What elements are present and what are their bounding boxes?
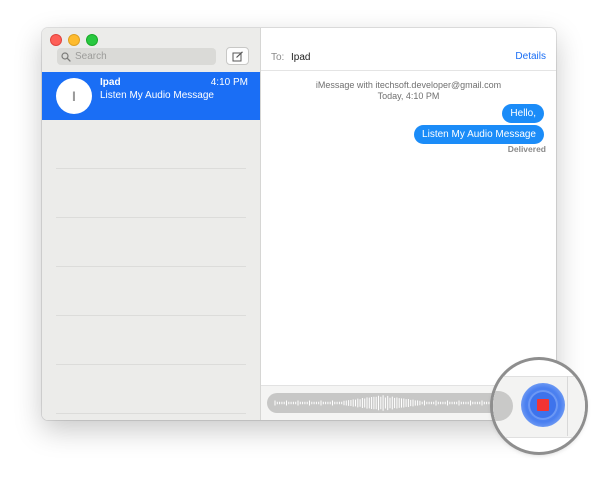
minimize-window-button[interactable] [68, 34, 80, 46]
conversation-name: Ipad [100, 77, 121, 88]
search-icon [61, 51, 71, 62]
conversation-time: 4:10 PM [210, 77, 248, 88]
window-controls [50, 34, 98, 46]
recipient-field[interactable]: Ipad [291, 52, 310, 63]
conversation-item-ipad[interactable]: I Ipad 4:10 PM Listen My Audio Message [42, 72, 260, 120]
service-line: iMessage with itechsoft.developer@gmail.… [315, 80, 502, 90]
to-label: To: [271, 52, 285, 63]
audio-recording-waveform [267, 393, 513, 413]
search-input[interactable] [75, 51, 205, 62]
conversation-preview: Listen My Audio Message [100, 90, 214, 101]
stop-button-inner [528, 390, 558, 420]
list-divider [56, 217, 246, 218]
recipient-bar: To: Ipad Details [261, 28, 556, 71]
zoom-magnifier [493, 360, 585, 452]
stop-recording-icon [537, 399, 549, 411]
sidebar: I Ipad 4:10 PM Listen My Audio Message [42, 28, 261, 420]
list-divider [56, 364, 246, 365]
list-divider [56, 266, 246, 267]
avatar: I [56, 78, 92, 114]
messages-window: I Ipad 4:10 PM Listen My Audio Message T… [42, 28, 556, 420]
conversation-pane: To: Ipad Details iMessage with itechsoft… [261, 28, 556, 420]
audio-waveform-icon [274, 395, 504, 411]
search-field[interactable] [57, 48, 216, 65]
compose-icon [232, 50, 243, 61]
delivery-status: Delivered [507, 144, 546, 154]
zoom-window-button[interactable] [86, 34, 98, 46]
zoomed-divider [567, 376, 568, 436]
date-line: Today, 4:10 PM [377, 91, 440, 101]
compose-button[interactable] [226, 47, 249, 65]
list-divider [56, 315, 246, 316]
list-divider [56, 168, 246, 169]
message-bubble[interactable]: Listen My Audio Message [414, 125, 544, 144]
message-bubble[interactable]: Hello, [502, 104, 544, 123]
details-link[interactable]: Details [515, 51, 546, 62]
stop-recording-button[interactable] [521, 383, 565, 427]
list-divider [56, 413, 246, 414]
close-window-button[interactable] [50, 34, 62, 46]
